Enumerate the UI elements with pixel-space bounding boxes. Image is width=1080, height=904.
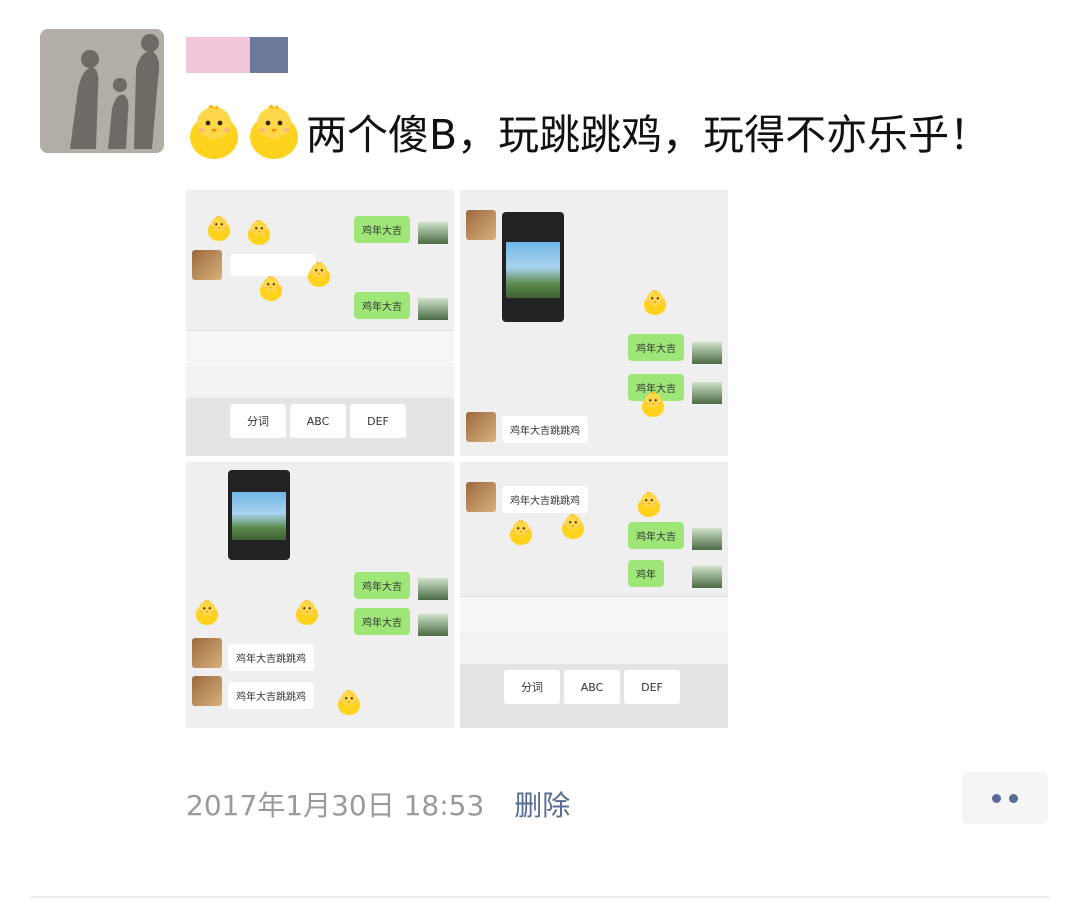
chat-bubble-sent: 鸡年	[628, 560, 664, 587]
post-timestamp: 2017年1月30日 18:53	[186, 789, 485, 822]
image-tile-3[interactable]: 鸡年大吉 鸡年大吉 鸡年大吉跳跳鸡 鸡年大吉跳跳鸡	[186, 462, 454, 728]
chat-photo	[692, 342, 722, 364]
author-avatar[interactable]	[40, 29, 164, 153]
name-blur-block-pink	[186, 37, 250, 73]
chat-photo	[692, 566, 722, 588]
chat-photo	[418, 578, 448, 600]
chick-emoji-icon	[186, 101, 242, 161]
image-tile-4[interactable]: 鸡年大吉跳跳鸡 鸡年大吉 鸡年 分词 ABC DEF	[460, 462, 728, 728]
keyboard-toolbar	[186, 368, 454, 398]
key-fenci: 分词	[230, 404, 286, 438]
chat-bubble-sent: 鸡年大吉	[354, 292, 410, 319]
chick-emoji-icon	[258, 274, 284, 302]
chat-bubble-received: 鸡年大吉跳跳鸡	[228, 644, 314, 671]
chat-bubble-sent: 鸡年大吉	[628, 522, 684, 549]
chat-photo	[692, 528, 722, 550]
chick-emoji-icon	[640, 390, 666, 418]
image-tile-1[interactable]: 鸡年大吉 鸡年大吉 分词 ABC DEF	[186, 190, 454, 456]
key-abc: ABC	[564, 670, 620, 704]
chick-emoji-icon	[642, 288, 668, 316]
chick-emoji-icon	[246, 218, 272, 246]
key-abc: ABC	[290, 404, 346, 438]
chat-bubble-received: 鸡年大吉跳跳鸡	[228, 682, 314, 709]
chick-emoji-icon	[636, 490, 662, 518]
chat-photo	[418, 614, 448, 636]
chat-bubble-received: 鸡年大吉跳跳鸡	[502, 416, 588, 443]
chat-avatar	[466, 210, 496, 240]
chat-bubble-sent: 鸡年大吉	[354, 216, 410, 243]
keyboard: 分词 ABC DEF	[186, 398, 454, 456]
more-dots-icon	[992, 793, 1001, 803]
post-text: 两个傻B，玩跳跳鸡，玩得不亦乐乎！	[186, 96, 990, 166]
chick-emoji-icon	[560, 512, 586, 540]
chat-avatar	[192, 250, 222, 280]
key-def: DEF	[624, 670, 680, 704]
chat-bubble-sent: 鸡年大吉	[628, 334, 684, 361]
name-blur-block-blue	[250, 37, 288, 73]
chat-photo	[418, 222, 448, 244]
more-actions-button[interactable]	[962, 772, 1048, 824]
post-footer: 2017年1月30日 18:53 删除	[186, 780, 570, 828]
delete-link[interactable]: 删除	[514, 784, 570, 824]
key-fenci: 分词	[504, 670, 560, 704]
key-def: DEF	[350, 404, 406, 438]
post-divider	[30, 896, 1050, 898]
image-grid: 鸡年大吉 鸡年大吉 分词 ABC DEF 鸡年大吉 鸡年大吉 鸡年大吉跳跳鸡 鸡…	[186, 190, 728, 728]
keyboard: 分词 ABC DEF	[460, 664, 728, 728]
keyboard-toolbar	[460, 634, 728, 664]
chat-video-thumbnail	[502, 212, 564, 322]
post-caption: 两个傻B，玩跳跳鸡，玩得不亦乐乎！	[306, 111, 991, 159]
chat-photo	[692, 382, 722, 404]
chat-avatar	[192, 676, 222, 706]
more-dots-icon	[1009, 793, 1018, 803]
author-name-blurred[interactable]	[186, 37, 288, 73]
chick-emoji-icon	[194, 598, 220, 626]
chat-video-thumbnail	[228, 470, 290, 560]
chat-bubble-sent: 鸡年大吉	[354, 572, 410, 599]
chick-emoji-icon	[246, 101, 302, 161]
chat-input-bar	[460, 596, 728, 633]
shadow-family-avatar	[40, 29, 164, 153]
chat-avatar	[192, 638, 222, 668]
chat-photo	[418, 298, 448, 320]
chick-emoji-icon	[294, 598, 320, 626]
chat-bubble-received: 鸡年大吉跳跳鸡	[502, 486, 588, 513]
chick-emoji-icon	[306, 260, 332, 288]
chat-bubble-chick-emojis	[230, 254, 316, 276]
chat-input-bar	[186, 330, 454, 367]
image-tile-2[interactable]: 鸡年大吉 鸡年大吉 鸡年大吉跳跳鸡	[460, 190, 728, 456]
chat-avatar	[466, 482, 496, 512]
chick-emoji-icon	[206, 214, 232, 242]
chat-bubble-sent: 鸡年大吉	[354, 608, 410, 635]
chick-emoji-icon	[508, 518, 534, 546]
chick-emoji-icon	[336, 688, 362, 716]
chat-avatar	[466, 412, 496, 442]
